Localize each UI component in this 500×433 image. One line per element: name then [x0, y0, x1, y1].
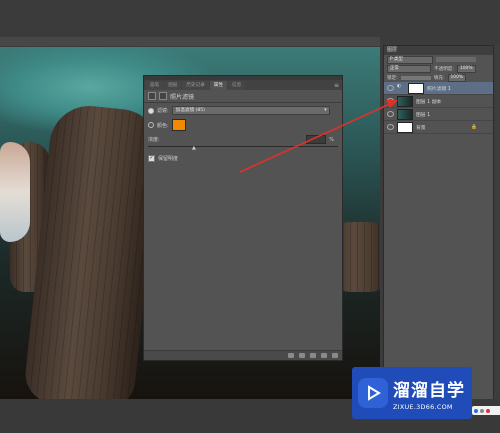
watermark-title: 溜溜自学: [393, 380, 465, 401]
play-logo-icon: [358, 378, 388, 408]
system-tray: [472, 406, 500, 415]
tray-icon[interactable]: [474, 408, 478, 413]
tray-icon[interactable]: [486, 408, 490, 413]
tray-icon[interactable]: [480, 408, 484, 413]
annotation-arrowhead: [386, 100, 398, 108]
annotation-arrow-line: [239, 102, 393, 173]
watermark-url: ZIXUE.3D66.COM: [393, 402, 453, 411]
watermark-badge: 溜溜自学 ZIXUE.3D66.COM: [352, 367, 472, 419]
